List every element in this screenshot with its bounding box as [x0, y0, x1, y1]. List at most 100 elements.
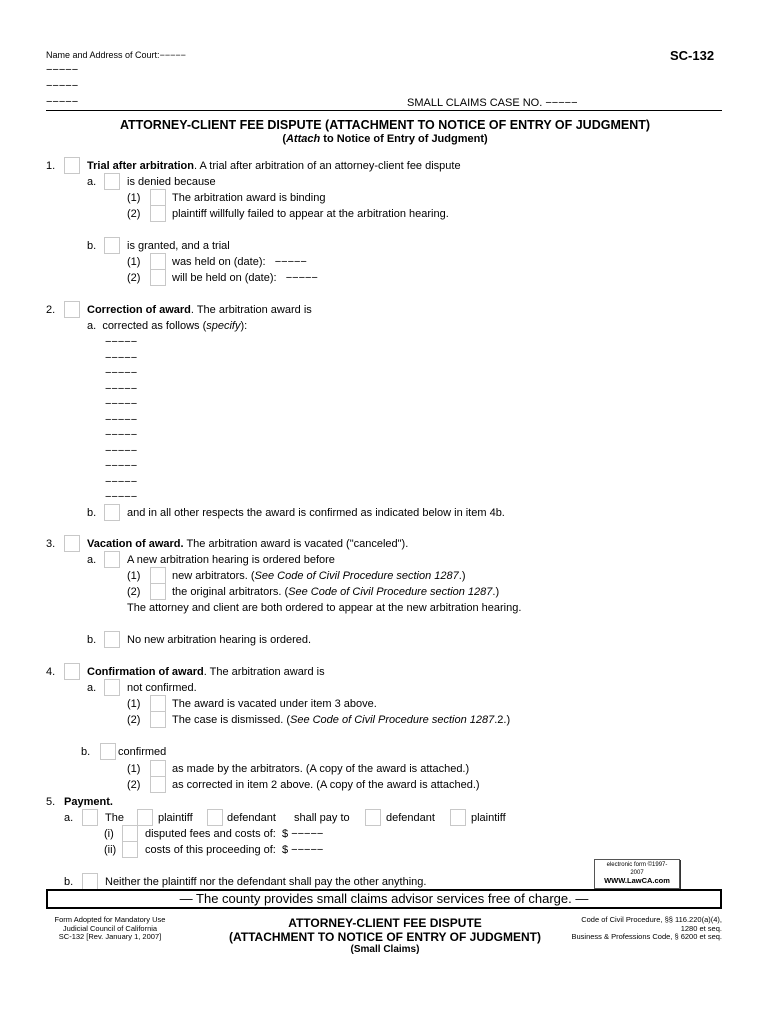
item-5aii-text: costs of this proceeding of: $ −−−−− — [145, 844, 323, 856]
item-3a2-ital: See Code of Civil Procedure section 1287 — [288, 586, 493, 598]
case-number-field[interactable]: −−−−− — [545, 97, 577, 109]
correction-line-field[interactable]: −−−−− — [105, 352, 137, 364]
item-1-checkbox[interactable] — [64, 157, 80, 174]
footer-title: ATTORNEY-CLIENT FEE DISPUTE — [288, 916, 482, 930]
correction-line-field[interactable]: −−−−− — [105, 445, 137, 457]
item-3a-checkbox[interactable] — [104, 551, 120, 568]
item-1b-checkbox[interactable] — [104, 237, 120, 254]
item-3a2-checkbox[interactable] — [150, 583, 166, 600]
item-2a-ital: specify — [206, 320, 241, 332]
item-2-checkbox[interactable] — [64, 301, 80, 318]
trial-held-date-field[interactable]: −−−−− — [275, 256, 307, 268]
item-5b-checkbox[interactable] — [82, 873, 98, 890]
court-address-line-2[interactable]: −−−−− — [46, 80, 78, 92]
disputed-fees-amount-field[interactable]: −−−−− — [291, 828, 323, 840]
item-4b2-checkbox[interactable] — [150, 776, 166, 793]
item-3a1-ital: See Code of Civil Procedure section 1287 — [254, 570, 459, 582]
item-1a-text: is denied because — [127, 176, 216, 188]
correction-line-field[interactable]: −−−−− — [105, 429, 137, 441]
item-1a2-checkbox[interactable] — [150, 205, 166, 222]
payee-defendant-checkbox[interactable] — [365, 809, 381, 826]
item-4-number: 4. — [46, 666, 56, 678]
correction-line-field[interactable]: −−−−− — [105, 460, 137, 472]
electronic-form-stamp: electronic form ©1997- 2007 WWW.LawCA.co… — [594, 859, 680, 889]
stamp-line-1: electronic form ©1997- — [606, 862, 668, 868]
disputed-fees-label: disputed fees and costs of: — [145, 828, 276, 840]
court-label-text: Name and Address of Court: — [46, 50, 160, 60]
item-5a-label: a. — [64, 812, 74, 824]
court-name-field[interactable]: −−−−− — [160, 50, 186, 60]
item-3a-text: A new arbitration hearing is ordered bef… — [127, 554, 335, 566]
item-4b1-text: as made by the arbitrators. (A copy of t… — [172, 763, 470, 775]
item-4b-text: confirmed — [118, 746, 167, 758]
court-address-line-1[interactable]: −−−−− — [46, 64, 78, 76]
item-4b2-text: as corrected in item 2 above. (A copy of… — [172, 779, 480, 791]
item-3a1-checkbox[interactable] — [150, 567, 166, 584]
item-1a1-checkbox[interactable] — [150, 189, 166, 206]
item-4b1-checkbox[interactable] — [150, 760, 166, 777]
item-3a-label: a. — [87, 554, 97, 566]
item-3-checkbox[interactable] — [64, 535, 80, 552]
item-1a1-label: (1) — [127, 192, 141, 204]
item-2a-label: a. — [87, 320, 97, 332]
item-4a1-label: (1) — [127, 698, 141, 710]
correction-line-field[interactable]: −−−−− — [105, 336, 137, 348]
correction-line-field[interactable]: −−−−− — [105, 414, 137, 426]
case-number-label: SMALL CLAIMS CASE NO. −−−−− — [407, 97, 578, 109]
advisor-notice-text: — The county provides small claims advis… — [179, 891, 589, 906]
court-name-label: Name and Address of Court:−−−−− — [46, 50, 186, 60]
item-3a1-end: .) — [458, 570, 466, 582]
item-3a2-end: .) — [492, 586, 500, 598]
trial-future-date-field[interactable]: −−−−− — [286, 272, 318, 284]
item-4a-text: not confirmed. — [127, 682, 197, 694]
item-5ai-checkbox[interactable] — [122, 825, 138, 842]
item-1b-text: is granted, and a trial — [127, 240, 230, 252]
shall-pay-to-label: shall pay to — [294, 812, 350, 824]
item-5b-text: Neither the plaintiff nor the defendant … — [105, 876, 427, 888]
item-1b2-checkbox[interactable] — [150, 269, 166, 286]
item-4a1-text: The award is vacated under item 3 above. — [172, 698, 377, 710]
item-3-note: The attorney and client are both ordered… — [127, 602, 522, 614]
item-4a1-checkbox[interactable] — [150, 695, 166, 712]
case-number-label-text: SMALL CLAIMS CASE NO. — [407, 97, 543, 109]
item-4a2-text: The case is dismissed. (See Code of Civi… — [172, 714, 510, 726]
correction-line-field[interactable]: −−−−− — [105, 476, 137, 488]
item-5-number: 5. — [46, 796, 56, 808]
item-4b1-label: (1) — [127, 763, 141, 775]
correction-line-field[interactable]: −−−−− — [105, 383, 137, 395]
item-4a-checkbox[interactable] — [104, 679, 120, 696]
item-1-desc: . A trial after arbitration of an attorn… — [193, 160, 461, 172]
item-5ai-text: disputed fees and costs of: $ −−−−− — [145, 828, 323, 840]
item-4-checkbox[interactable] — [64, 663, 80, 680]
proceeding-costs-amount-field[interactable]: −−−−− — [291, 844, 323, 856]
item-1a-checkbox[interactable] — [104, 173, 120, 190]
stamp-website-link[interactable]: WWW.LawCA.com — [595, 877, 679, 885]
item-4a2-label: (2) — [127, 714, 141, 726]
payer-plaintiff-checkbox[interactable] — [137, 809, 153, 826]
payee-plaintiff-checkbox[interactable] — [450, 809, 466, 826]
item-3a2-pre: the original arbitrators. ( — [172, 586, 289, 598]
item-5a-checkbox[interactable] — [82, 809, 98, 826]
item-3a1-text: new arbitrators. (See Code of Civil Proc… — [172, 570, 466, 582]
footer-revision: SC-132 [Rev. January 1, 2007] — [58, 932, 162, 941]
payee-defendant-label: defendant — [386, 812, 435, 824]
correction-line-field[interactable]: −−−−− — [105, 398, 137, 410]
item-3b-checkbox[interactable] — [104, 631, 120, 648]
item-2b-checkbox[interactable] — [104, 504, 120, 521]
proceeding-costs-label: costs of this proceeding of: — [145, 844, 276, 856]
item-1b1-checkbox[interactable] — [150, 253, 166, 270]
item-5aii-label: (ii) — [104, 844, 117, 856]
payer-defendant-checkbox[interactable] — [207, 809, 223, 826]
item-1b1-label-text: was held on (date): — [172, 256, 266, 268]
correction-line-field[interactable]: −−−−− — [105, 367, 137, 379]
court-address-line-3[interactable]: −−−−− — [46, 96, 78, 108]
footer-bpc-citation: Business & Professions Code, § 6200 et s… — [571, 932, 722, 941]
item-5aii-checkbox[interactable] — [122, 841, 138, 858]
item-4a2-ital: See Code of Civil Procedure section 1287 — [289, 714, 495, 726]
correction-line-field[interactable]: −−−−− — [105, 491, 137, 503]
item-4b-checkbox[interactable] — [100, 743, 116, 760]
item-3a2-label: (2) — [127, 586, 141, 598]
subtitle-rest: to Notice of Entry of Judgment) — [320, 133, 488, 145]
item-4a2-checkbox[interactable] — [150, 711, 166, 728]
item-3b-text: No new arbitration hearing is ordered. — [127, 634, 312, 646]
